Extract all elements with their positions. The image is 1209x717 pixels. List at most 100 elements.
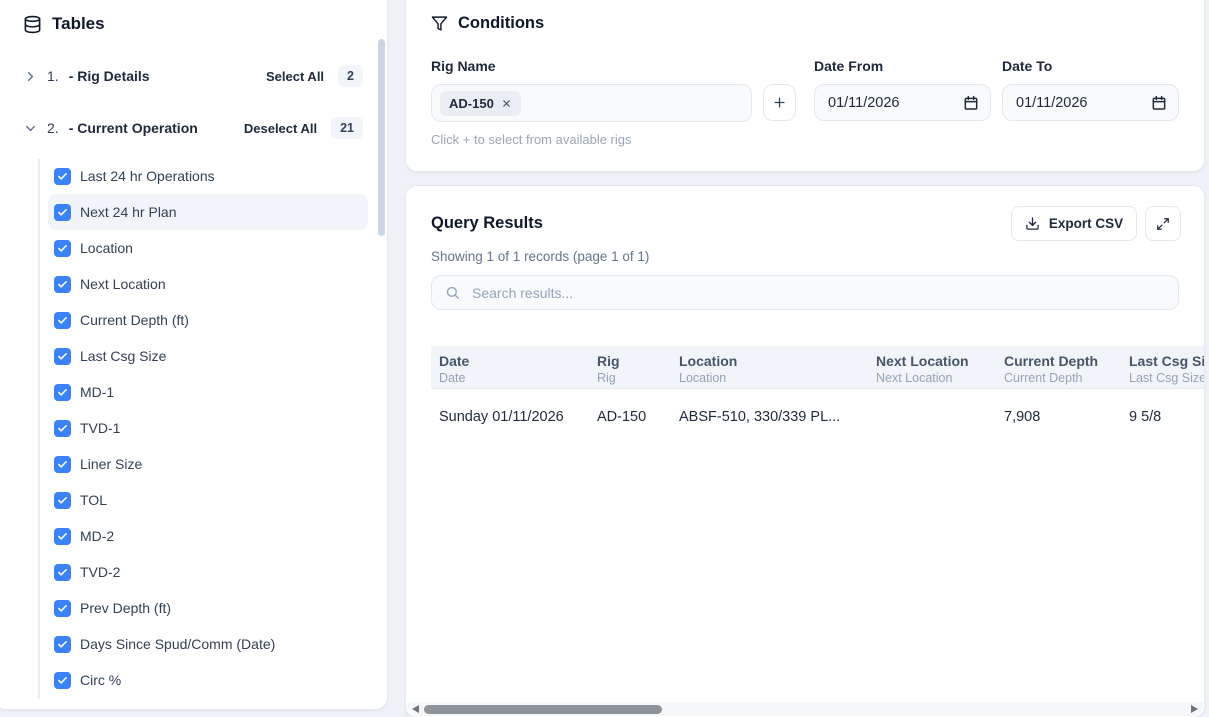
checkbox-checked[interactable] <box>54 420 71 437</box>
date-to-input[interactable]: 01/11/2026 <box>1002 84 1179 121</box>
checkbox-checked[interactable] <box>54 564 71 581</box>
calendar-icon[interactable] <box>963 95 979 111</box>
column-sublabel: Next Location <box>876 370 988 386</box>
section-action-link[interactable]: Deselect All <box>244 121 317 136</box>
column-sublabel: Date <box>439 370 581 386</box>
checkbox-checked[interactable] <box>54 672 71 689</box>
field-row[interactable]: Location <box>48 230 368 266</box>
checkbox-checked[interactable] <box>54 600 71 617</box>
column-sublabel: Location <box>679 370 860 386</box>
column-header: Date Date <box>431 352 589 388</box>
date-from-value: 01/11/2026 <box>828 95 963 111</box>
column-header: Current Depth Current Depth <box>996 352 1121 388</box>
rig-chip[interactable]: AD-150 <box>440 91 521 116</box>
field-label: Prev Depth (ft) <box>80 600 171 616</box>
field-row[interactable]: Last Csg Size <box>48 338 368 374</box>
checkmark-icon <box>57 459 68 470</box>
field-row[interactable]: Current Depth (ft) <box>48 302 368 338</box>
checkbox-checked[interactable] <box>54 528 71 545</box>
date-to-value: 01/11/2026 <box>1016 95 1151 111</box>
section-count-badge: 2 <box>338 65 363 87</box>
horizontal-scrollbar[interactable] <box>407 702 1203 716</box>
expand-button[interactable] <box>1145 206 1181 241</box>
plus-icon <box>772 95 787 110</box>
results-summary: Showing 1 of 1 records (page 1 of 1) <box>431 249 649 264</box>
date-from-input[interactable]: 01/11/2026 <box>814 84 991 121</box>
sidebar-title: Tables <box>52 14 105 34</box>
column-header: Rig Rig <box>589 352 671 388</box>
table-body: Sunday 01/11/2026AD-150ABSF-510, 330/339… <box>431 389 1205 445</box>
field-row[interactable]: Days Since Spud/Comm (Date) <box>48 626 368 662</box>
checkmark-icon <box>57 351 68 362</box>
rig-name-label: Rig Name <box>431 58 496 74</box>
field-row[interactable]: TVD-1 <box>48 410 368 446</box>
add-rig-button[interactable] <box>763 84 796 121</box>
field-row[interactable]: MD-1 <box>48 374 368 410</box>
column-label: Current Depth <box>1004 352 1113 370</box>
checkbox-checked[interactable] <box>54 204 71 221</box>
checkbox-checked[interactable] <box>54 636 71 653</box>
checkbox-checked[interactable] <box>54 492 71 509</box>
export-csv-label: Export CSV <box>1049 216 1123 231</box>
checkmark-icon <box>57 243 68 254</box>
export-csv-button[interactable]: Export CSV <box>1011 206 1137 241</box>
results-table: Date Date Rig Rig Location Location Next… <box>431 346 1205 445</box>
table-header-row: Date Date Rig Rig Location Location Next… <box>431 346 1205 389</box>
table-section-row[interactable]: 1. - Rig Details Select All 2 <box>0 62 387 90</box>
conditions-panel: Conditions Rig Name AD-150 Click + to se… <box>405 0 1205 172</box>
checkbox-checked[interactable] <box>54 384 71 401</box>
field-row[interactable]: Next 24 hr Plan <box>48 194 368 230</box>
checkbox-checked[interactable] <box>54 456 71 473</box>
checkmark-icon <box>57 387 68 398</box>
field-row[interactable]: TVD-2 <box>48 554 368 590</box>
close-x-icon[interactable] <box>501 98 512 109</box>
field-label: MD-1 <box>80 384 114 400</box>
field-label: TVD-1 <box>80 420 120 436</box>
table-cell: 9 5/8 <box>1121 409 1205 425</box>
search-input[interactable] <box>470 284 1178 302</box>
section-action-link[interactable]: Select All <box>266 69 324 84</box>
checkmark-icon <box>57 207 68 218</box>
checkbox-checked[interactable] <box>54 348 71 365</box>
conditions-title: Conditions <box>458 14 544 33</box>
scroll-left-arrow-icon[interactable] <box>412 705 419 713</box>
chevron-icon[interactable] <box>23 121 38 136</box>
conditions-header: Conditions <box>431 14 544 33</box>
horizontal-scrollbar-thumb[interactable] <box>424 705 662 714</box>
column-sublabel: Last Csg Size <box>1129 370 1205 386</box>
checkbox-checked[interactable] <box>54 276 71 293</box>
field-label: Liner Size <box>80 456 142 472</box>
checkmark-icon <box>57 495 68 506</box>
field-row[interactable]: Liner Size <box>48 446 368 482</box>
sidebar-scrollbar-thumb[interactable] <box>378 39 385 236</box>
column-label: Date <box>439 352 581 370</box>
table-section-row[interactable]: 2. - Current Operation Deselect All 21 <box>0 114 387 142</box>
checkmark-icon <box>57 639 68 650</box>
field-row[interactable]: TOL <box>48 482 368 518</box>
tables-panel: Tables 1. - Rig Details Select All 2 2. … <box>0 0 388 710</box>
date-to-label: Date To <box>1002 58 1052 74</box>
checkbox-checked[interactable] <box>54 312 71 329</box>
field-row[interactable]: Circ % <box>48 662 368 698</box>
search-icon <box>445 285 460 300</box>
query-results-panel: Query Results Export CSV Showing 1 of 1 … <box>405 185 1205 717</box>
field-row[interactable]: Prev Depth (ft) <box>48 590 368 626</box>
column-header: Last Csg Size Last Csg Size <box>1121 352 1205 388</box>
scroll-right-arrow-icon[interactable] <box>1191 705 1198 713</box>
checkbox-checked[interactable] <box>54 168 71 185</box>
field-row[interactable]: MD-2 <box>48 518 368 554</box>
rig-name-field[interactable]: AD-150 <box>431 84 752 122</box>
column-label: Location <box>679 352 860 370</box>
query-results-title: Query Results <box>431 214 543 233</box>
table-cell: 7,908 <box>996 409 1121 425</box>
chevron-icon[interactable] <box>23 69 38 84</box>
field-row[interactable]: Last 24 hr Operations <box>48 158 368 194</box>
field-row[interactable]: Next Location <box>48 266 368 302</box>
column-label: Rig <box>597 352 663 370</box>
calendar-icon[interactable] <box>1151 95 1167 111</box>
field-label: Last Csg Size <box>80 348 166 364</box>
table-cell: AD-150 <box>589 409 671 425</box>
column-label: Next Location <box>876 352 988 370</box>
table-row: Sunday 01/11/2026AD-150ABSF-510, 330/339… <box>431 389 1205 445</box>
checkbox-checked[interactable] <box>54 240 71 257</box>
